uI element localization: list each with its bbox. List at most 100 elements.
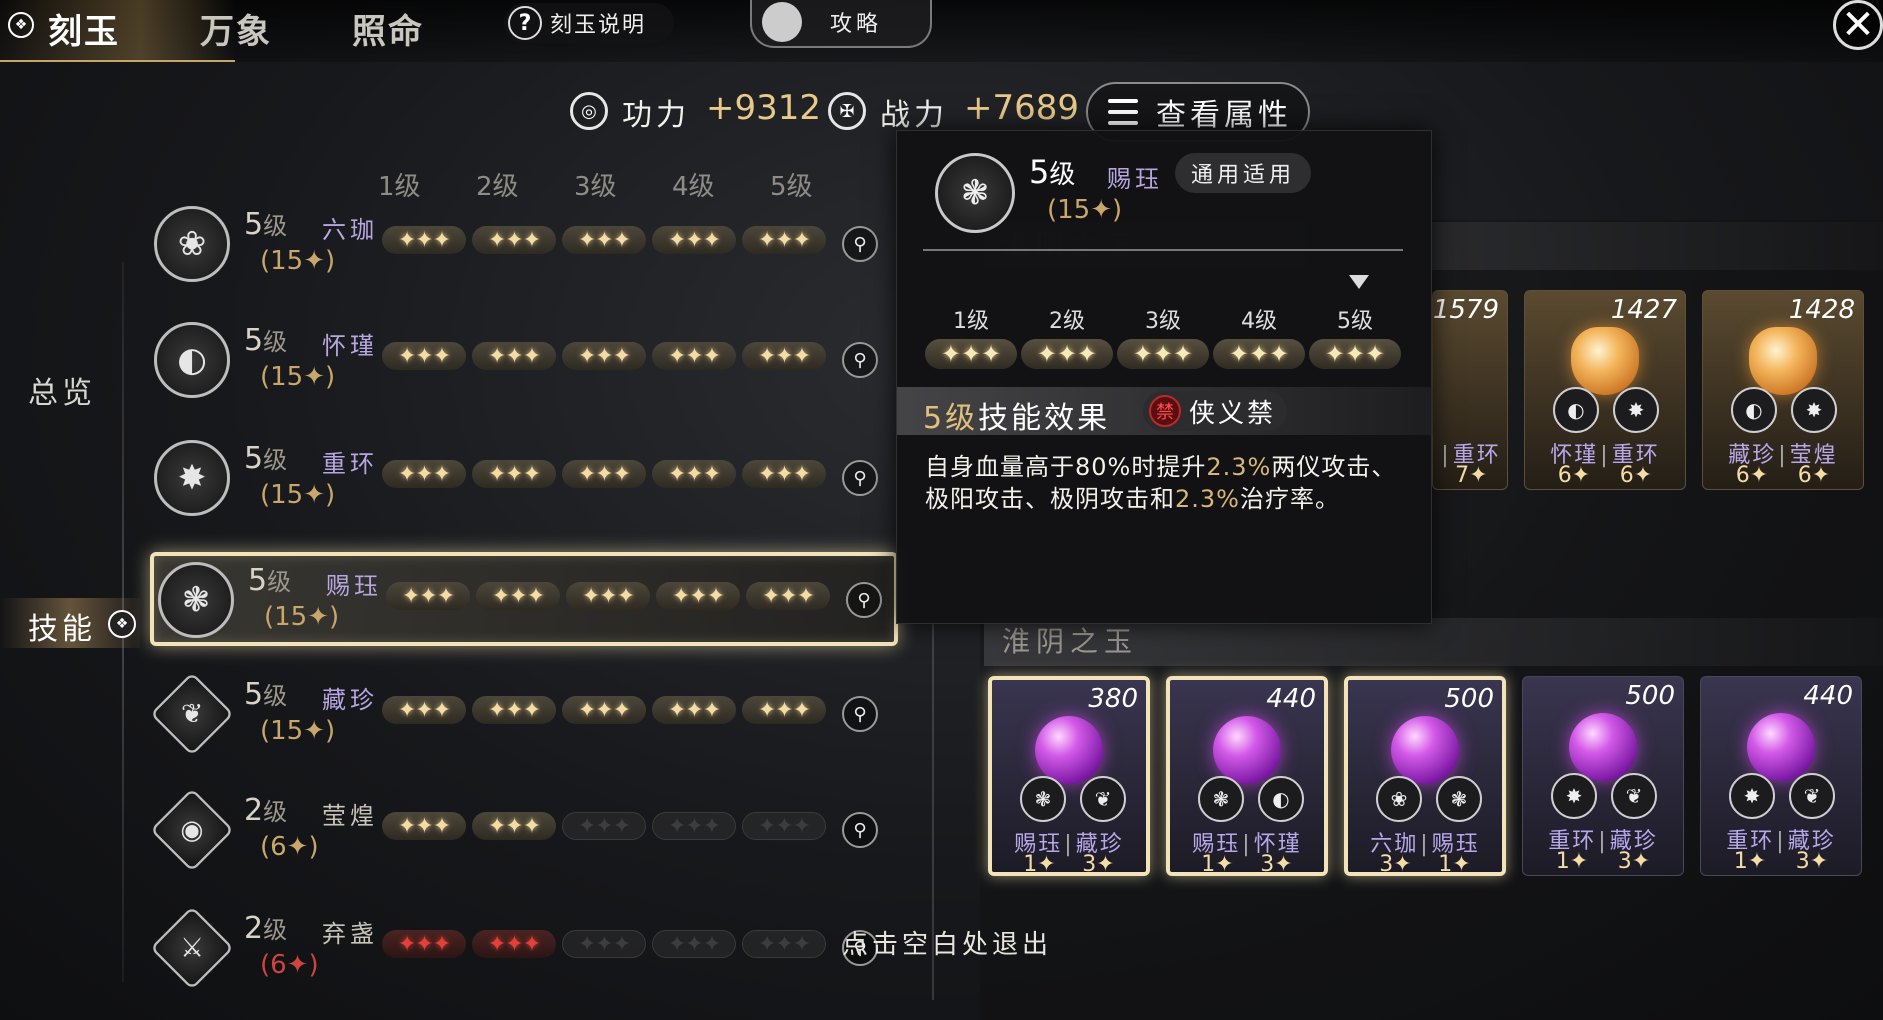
effect-value: 2.3% (1175, 485, 1240, 513)
card-score: 380 (1088, 684, 1138, 714)
burst-sword-icon: ✸ (154, 440, 230, 516)
tier-4-stars: ✦✦✦ (652, 696, 736, 724)
tab-keyu[interactable]: 刻玉 (48, 4, 120, 53)
magnifier-icon[interactable]: ⚲ (846, 582, 882, 618)
skill-row[interactable]: ❀ 5级 六珈 (15✦) ✦✦✦ ✦✦✦ ✦✦✦ ✦✦✦ ✦✦✦ ⚲ (150, 200, 898, 294)
tier-5-stars: ✦✦✦ (742, 226, 826, 254)
gongli-label: 功力 (622, 98, 690, 133)
effect-title: 5级技能效果 (923, 401, 1111, 436)
effect-text: 治疗率。 (1239, 485, 1340, 513)
jade-card[interactable]: 500 ❀ ❃ 六珈|赐珏 3✦ 1✦ (1344, 676, 1506, 877)
purple-gem-icon (1391, 716, 1459, 784)
skill-row[interactable]: ✸ 5级 重环 (15✦) ✦✦✦ ✦✦✦ ✦✦✦ ✦✦✦ ✦✦✦ ⚲ (150, 434, 898, 528)
popup-tier-3: ✦✦✦ (1117, 339, 1209, 369)
close-button[interactable]: ✕ (1833, 0, 1883, 50)
jade-card[interactable]: 1428 ◐ ✸ 藏珍|莹煌 6✦ 6✦ (1702, 290, 1864, 490)
row-count: (6✦) (260, 950, 319, 980)
card-skill-right-icon: ❃ (1436, 776, 1482, 822)
tier-3-stars: ✦✦✦ (562, 930, 646, 958)
sidebar-item-overview[interactable]: 总览 (28, 368, 96, 412)
skill-row[interactable]: ⚔ 2级 弃盏 (6✦) ✦✦✦ ✦✦✦ ✦✦✦ ✦✦✦ ✦✦✦ ⚲ (150, 904, 898, 998)
fruit-icon: ❃ (935, 153, 1015, 233)
effect-header: 5级技能效果 禁 侠义禁 (897, 387, 1433, 436)
card-skill-left-icon: ✸ (1551, 773, 1597, 819)
card-stars: 6✦ 6✦ (1735, 463, 1831, 488)
top-bar (0, 0, 1883, 62)
card-stars: 6✦ 6✦ (1557, 463, 1653, 488)
jade-card[interactable]: 1427 ◐ ✸ 怀瑾|重环 6✦ 6✦ (1524, 290, 1686, 490)
magnifier-icon[interactable]: ⚲ (842, 812, 878, 848)
tier-2-stars: ✦✦✦ (472, 696, 556, 724)
question-icon: ? (508, 6, 542, 40)
card-skill-right-icon: ❦ (1080, 776, 1126, 822)
row-level: 5级 (244, 441, 288, 476)
exit-hint: 点击空白处退出 (842, 930, 1053, 960)
skill-row[interactable]: ❃ 5级 赐珏 (15✦) ✦✦✦ ✦✦✦ ✦✦✦ ✦✦✦ ✦✦✦ ⚲ (150, 552, 898, 646)
row-count: (15✦) (260, 480, 336, 510)
tier-3-stars: ✦✦✦ (562, 226, 646, 254)
popup-level-header-2: 2级 (1049, 309, 1085, 334)
jade-card[interactable]: 380 ❃ ❦ 赐珏|藏珍 1✦ 3✦ (988, 676, 1150, 877)
card-stars: 1✦ 3✦ (1201, 852, 1293, 877)
help-button[interactable]: ? 刻玉说明 (504, 3, 674, 43)
guide-avatar-icon (762, 2, 802, 42)
row-skill-name: 重环 (322, 450, 378, 478)
tab-zhaoming[interactable]: 照命 (352, 4, 424, 53)
card-skill-left-icon: ❃ (1198, 776, 1244, 822)
magnifier-icon[interactable]: ⚲ (842, 696, 878, 732)
skill-detail-popup: ❃ 5级 赐珏 通用适用 (15✦) 1级 2级 3级 4级 5级 ✦✦✦ ✦✦… (896, 130, 1433, 624)
card-score: 500 (1444, 684, 1494, 714)
tier-1-stars: ✦✦✦ (382, 812, 466, 840)
popup-level-header-5: 5级 (1337, 309, 1373, 334)
tier-2-stars: ✦✦✦ (472, 930, 556, 958)
shield-icon: ◐ (154, 322, 230, 398)
card-score: 1579 (1432, 295, 1499, 325)
magnifier-icon[interactable]: ⚲ (842, 226, 878, 262)
card-score: 1428 (1788, 295, 1855, 325)
jade-card[interactable]: 440 ❃ ◐ 赐珏|怀瑾 1✦ 3✦ (1166, 676, 1328, 877)
row-skill-name: 怀瑾 (322, 332, 378, 360)
crossed-swords-icon: ⚔ (150, 906, 234, 990)
gongli-icon: ◎ (570, 92, 608, 130)
popup-level-header-3: 3级 (1145, 309, 1181, 334)
row-count: (15✦) (260, 246, 336, 276)
tab-wanxiang[interactable]: 万象 (200, 4, 272, 53)
skill-row[interactable]: ❦ 5级 藏珍 (15✦) ✦✦✦ ✦✦✦ ✦✦✦ ✦✦✦ ✦✦✦ ⚲ (150, 670, 898, 764)
amber-gem-icon (1571, 327, 1639, 395)
row-level: 5级 (244, 677, 288, 712)
row-level: 5级 (244, 323, 288, 358)
card-skill-left-icon: ❀ (1376, 776, 1422, 822)
view-attributes-label: 查看属性 (1156, 98, 1292, 133)
jade-card[interactable]: 1579 |重环 7✦ (1432, 290, 1508, 490)
level-header-1: 1级 (378, 172, 421, 202)
tier-1-stars: ✦✦✦ (386, 582, 470, 610)
skill-node-icon: ❖ (108, 610, 136, 638)
guide-button[interactable]: 攻略 (750, 0, 932, 48)
tier-4-stars: ✦✦✦ (652, 460, 736, 488)
purple-gem-icon (1747, 713, 1815, 781)
tier-2-stars: ✦✦✦ (472, 460, 556, 488)
sidebar-item-skill[interactable]: 技能 (28, 604, 96, 648)
magnifier-icon[interactable]: ⚲ (842, 460, 878, 496)
magnifier-icon[interactable]: ⚲ (842, 342, 878, 378)
jade-card[interactable]: 440 ✸ ❦ 重环|藏珍 1✦ 3✦ (1700, 676, 1862, 876)
skill-row[interactable]: ◉ 2级 莹煌 (6✦) ✦✦✦ ✦✦✦ ✦✦✦ ✦✦✦ ✦✦✦ ⚲ (150, 786, 898, 880)
phoenix-icon: ❦ (150, 672, 234, 756)
purple-gem-icon (1035, 716, 1103, 784)
tier-5-stars: ✦✦✦ (742, 812, 826, 840)
fruit-icon: ❃ (158, 562, 234, 638)
skill-row[interactable]: ◐ 5级 怀瑾 (15✦) ✦✦✦ ✦✦✦ ✦✦✦ ✦✦✦ ✦✦✦ ⚲ (150, 316, 898, 410)
card-stars: 1✦ 3✦ (1555, 849, 1651, 874)
jade-tab-icon: ❖ (8, 12, 34, 38)
tier-3-stars: ✦✦✦ (566, 582, 650, 610)
card-stars: 1✦ 3✦ (1733, 849, 1829, 874)
gongli-value: +9312 (706, 88, 822, 128)
tier-5-stars: ✦✦✦ (742, 930, 826, 958)
popup-divider (923, 249, 1403, 251)
popup-tag: 通用适用 (1175, 153, 1311, 193)
row-level: 2级 (244, 911, 288, 946)
card-skill-right-icon: ❦ (1789, 773, 1835, 819)
jade-card[interactable]: 500 ✸ ❦ 重环|藏珍 1✦ 3✦ (1522, 676, 1684, 876)
row-count: (6✦) (260, 832, 319, 862)
card-skill-left-icon: ❃ (1020, 776, 1066, 822)
